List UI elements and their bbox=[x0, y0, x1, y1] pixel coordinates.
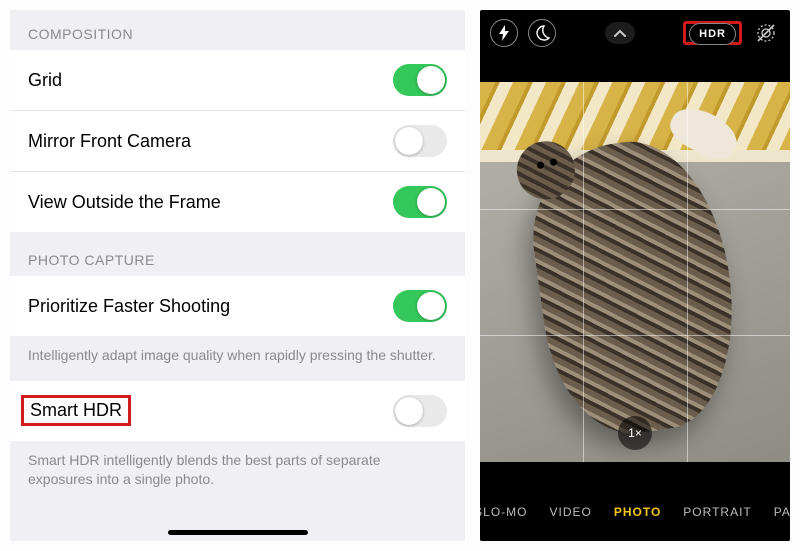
grid-line bbox=[480, 335, 790, 336]
section-smart-hdr-rows: Smart HDR bbox=[10, 381, 465, 441]
row-smart-hdr[interactable]: Smart HDR bbox=[10, 381, 465, 441]
home-indicator[interactable] bbox=[168, 530, 308, 535]
row-view-outside-frame[interactable]: View Outside the Frame bbox=[10, 172, 465, 232]
zoom-level-badge[interactable]: 1× bbox=[618, 416, 652, 450]
camera-top-bar: HDR bbox=[480, 10, 790, 56]
row-prioritize-faster-shooting[interactable]: Prioritize Faster Shooting bbox=[10, 276, 465, 336]
mode-item[interactable]: PORTRAIT bbox=[683, 505, 751, 519]
row-label: Smart HDR bbox=[22, 396, 130, 425]
row-label: View Outside the Frame bbox=[28, 192, 221, 213]
mode-item[interactable]: SLO-MO bbox=[480, 505, 528, 519]
flash-icon[interactable] bbox=[490, 19, 518, 47]
row-grid[interactable]: Grid bbox=[10, 50, 465, 111]
row-mirror-front-camera[interactable]: Mirror Front Camera bbox=[10, 111, 465, 172]
grid-line bbox=[687, 82, 688, 462]
hdr-highlight-box: HDR bbox=[683, 21, 742, 45]
row-label: Prioritize Faster Shooting bbox=[28, 296, 230, 317]
camera-app-panel: HDR 1× E SLO-MO VIDEO PHOTO PORTRAIT PAN… bbox=[480, 10, 790, 541]
section-photo-capture-rows: Prioritize Faster Shooting bbox=[10, 276, 465, 336]
camera-viewfinder[interactable]: 1× bbox=[480, 82, 790, 462]
grid-line bbox=[583, 82, 584, 462]
toggle-grid[interactable] bbox=[393, 64, 447, 96]
toggle-view-outside-frame[interactable] bbox=[393, 186, 447, 218]
camera-settings-panel: COMPOSITION Grid Mirror Front Camera Vie… bbox=[10, 10, 465, 541]
hdr-toggle-pill[interactable]: HDR bbox=[689, 23, 736, 45]
toggle-smart-hdr[interactable] bbox=[393, 395, 447, 427]
section-header-composition: COMPOSITION bbox=[10, 10, 465, 50]
chevron-up-icon[interactable] bbox=[605, 22, 635, 44]
viewfinder-subject-cat bbox=[521, 130, 750, 444]
footer-prioritize: Intelligently adapt image quality when r… bbox=[10, 336, 465, 381]
section-composition-rows: Grid Mirror Front Camera View Outside th… bbox=[10, 50, 465, 232]
section-header-photo-capture: PHOTO CAPTURE bbox=[10, 232, 465, 276]
row-label: Mirror Front Camera bbox=[28, 131, 191, 152]
live-photo-off-icon[interactable] bbox=[752, 19, 780, 47]
footer-smart-hdr: Smart HDR intelligently blends the best … bbox=[10, 441, 465, 505]
mode-item[interactable]: PANO bbox=[774, 505, 790, 519]
toggle-prioritize-faster-shooting[interactable] bbox=[393, 290, 447, 322]
row-label: Grid bbox=[28, 70, 62, 91]
grid-line bbox=[480, 209, 790, 210]
mode-item-selected[interactable]: PHOTO bbox=[614, 505, 661, 519]
night-mode-icon[interactable] bbox=[528, 19, 556, 47]
camera-mode-strip[interactable]: E SLO-MO VIDEO PHOTO PORTRAIT PANO bbox=[480, 483, 790, 541]
toggle-mirror-front-camera[interactable] bbox=[393, 125, 447, 157]
mode-item[interactable]: VIDEO bbox=[550, 505, 592, 519]
